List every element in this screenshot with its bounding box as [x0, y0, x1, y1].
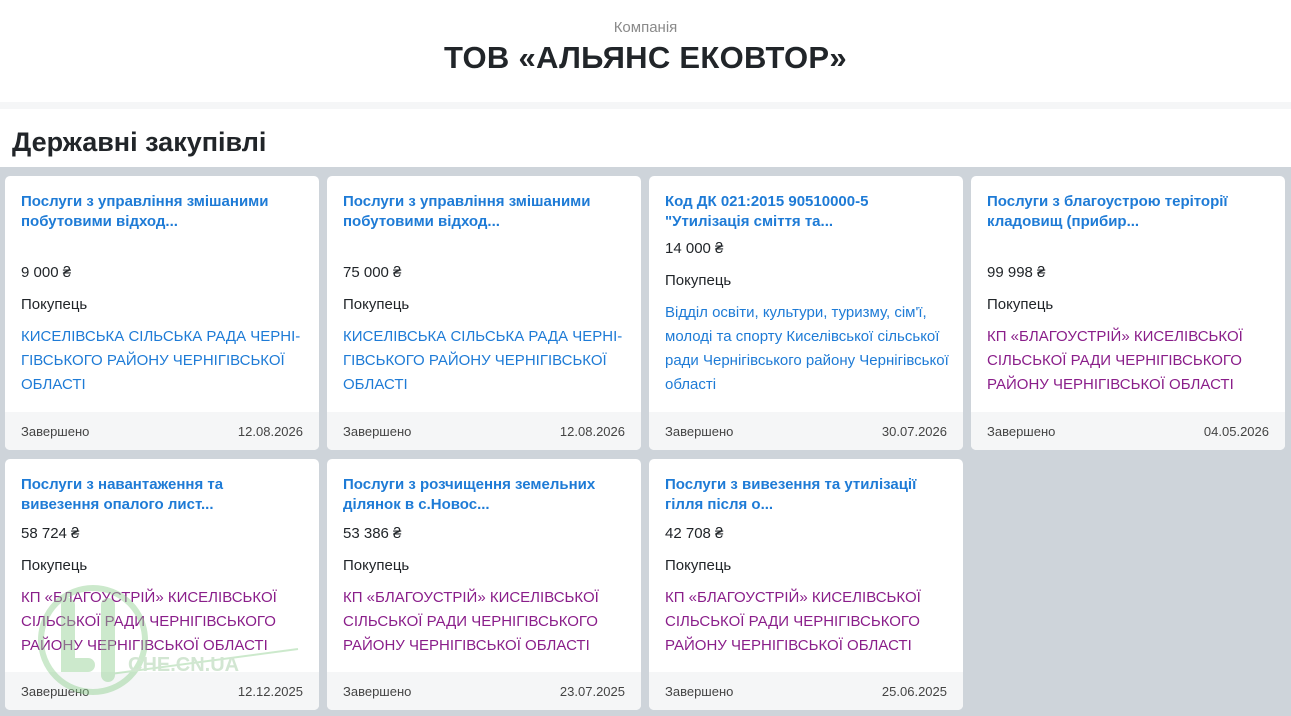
- header-divider: [0, 102, 1291, 109]
- buyer-link[interactable]: Відділ освіти, культури, туризму, сім'ї,…: [665, 301, 953, 397]
- tender-card[interactable]: Послуги з розчищення земельних ділянок в…: [327, 459, 641, 710]
- card-footer: Завершено 12.08.2026: [327, 412, 641, 450]
- tender-status: Завершено: [343, 684, 412, 699]
- tender-title-link[interactable]: Послуги з управління змішаними побутовим…: [21, 192, 305, 232]
- tender-date: 12.08.2026: [237, 424, 303, 439]
- tender-price: 75 000 ₴: [343, 264, 402, 281]
- tender-title-link[interactable]: Послуги з вивезення та утилізації гілля …: [665, 475, 949, 515]
- card-footer: Завершено 25.06.2025: [649, 672, 963, 710]
- tender-date: 25.06.2025: [881, 684, 947, 699]
- card-footer: Завершено 30.07.2026: [649, 412, 963, 450]
- tender-card[interactable]: Код ДК 021:2015 90510000-5 "Утилізація с…: [649, 176, 963, 450]
- tender-date: 12.12.2025: [237, 684, 303, 699]
- tender-date: 23.07.2025: [559, 684, 625, 699]
- tender-title-link[interactable]: Код ДК 021:2015 90510000-5 "Утилізація с…: [665, 192, 949, 232]
- card-footer: Завершено 23.07.2025: [327, 672, 641, 710]
- tender-date: 30.07.2026: [881, 424, 947, 439]
- buyer-label: Покупець: [21, 557, 88, 574]
- company-header: Компанія ТОВ «АЛЬЯНС ЕКОВТОР»: [0, 0, 1291, 102]
- tender-status: Завершено: [665, 424, 734, 439]
- buyer-link[interactable]: КП «БЛАГОУСТРІЙ» КИСЕЛІВСЬКОЇ СІЛЬСЬКОЇ …: [343, 586, 631, 658]
- tender-price: 42 708 ₴: [665, 525, 724, 542]
- company-subtitle: Компанія: [613, 19, 678, 36]
- tender-card[interactable]: Послуги з управління змішаними побутовим…: [5, 176, 319, 450]
- buyer-label: Покупець: [665, 557, 732, 574]
- tender-price: 53 386 ₴: [343, 525, 402, 542]
- tender-status: Завершено: [21, 684, 90, 699]
- section-title: Державні закупівлі: [12, 127, 267, 157]
- tender-price: 14 000 ₴: [665, 240, 724, 257]
- tender-card[interactable]: Послуги з благоустрою теріторії кладовищ…: [971, 176, 1285, 450]
- buyer-label: Покупець: [343, 296, 410, 313]
- tender-price: 58 724 ₴: [21, 525, 80, 542]
- card-footer: Завершено 04.05.2026: [971, 412, 1285, 450]
- company-title: ТОВ «АЛЬЯНС ЕКОВТОР»: [444, 40, 847, 75]
- buyer-link[interactable]: КИСЕЛІВСЬКА СІЛЬСЬКА РАДА ЧЕРНІ-ГІВСЬКОГ…: [21, 325, 309, 397]
- tender-date: 12.08.2026: [559, 424, 625, 439]
- tender-status: Завершено: [987, 424, 1056, 439]
- tender-price: 9 000 ₴: [21, 264, 72, 281]
- tender-title-link[interactable]: Послуги з навантаження та вивезення опал…: [21, 475, 305, 515]
- card-footer: Завершено 12.12.2025: [5, 672, 319, 710]
- tender-status: Завершено: [21, 424, 90, 439]
- buyer-link[interactable]: КИСЕЛІВСЬКА СІЛЬСЬКА РАДА ЧЕРНІ-ГІВСЬКОГ…: [343, 325, 631, 397]
- tender-status: Завершено: [665, 684, 734, 699]
- tender-card[interactable]: Послуги з управління змішаними побутовим…: [327, 176, 641, 450]
- tender-date: 04.05.2026: [1203, 424, 1269, 439]
- tender-title-link[interactable]: Послуги з розчищення земельних ділянок в…: [343, 475, 627, 515]
- tender-price: 99 998 ₴: [987, 264, 1046, 281]
- tender-title-link[interactable]: Послуги з благоустрою теріторії кладовищ…: [987, 192, 1271, 232]
- buyer-label: Покупець: [343, 557, 410, 574]
- buyer-link[interactable]: КП «БЛАГОУСТРІЙ» КИСЕЛІВСЬКОЇ СІЛЬСЬКОЇ …: [21, 586, 309, 658]
- card-footer: Завершено 12.08.2026: [5, 412, 319, 450]
- buyer-label: Покупець: [987, 296, 1054, 313]
- buyer-link[interactable]: КП «БЛАГОУСТРІЙ» КИСЕЛІВСЬКОЇ СІЛЬСЬКОЇ …: [665, 586, 953, 658]
- tender-status: Завершено: [343, 424, 412, 439]
- buyer-label: Покупець: [665, 272, 732, 289]
- buyer-label: Покупець: [21, 296, 88, 313]
- tender-card[interactable]: Послуги з вивезення та утилізації гілля …: [649, 459, 963, 710]
- buyer-link[interactable]: КП «БЛАГОУСТРІЙ» КИСЕЛІВСЬКОЇ СІЛЬСЬКОЇ …: [987, 325, 1275, 397]
- tender-card[interactable]: Послуги з навантаження та вивезення опал…: [5, 459, 319, 710]
- tender-title-link[interactable]: Послуги з управління змішаними побутовим…: [343, 192, 627, 232]
